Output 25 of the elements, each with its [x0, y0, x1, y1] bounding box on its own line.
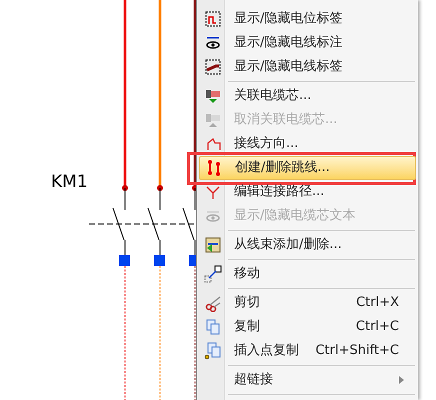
menu-item[interactable]: 超链接	[199, 368, 416, 392]
cable-icon	[204, 87, 222, 105]
menu-item[interactable]: 编辑连接路径...	[199, 180, 416, 204]
scissors-icon	[204, 294, 222, 312]
menu-item[interactable]: 移动	[199, 262, 416, 286]
menu-item[interactable]: 复制 Ctrl+C	[199, 315, 416, 339]
device-label: KM1	[51, 171, 88, 194]
menu-item[interactable]: 显示/隐藏电位标签	[199, 7, 416, 31]
harness-icon	[204, 236, 222, 254]
menu-item[interactable]: 从线束添加/删除...	[199, 233, 416, 257]
jumper-icon	[205, 159, 223, 177]
menu-item[interactable]: 插入点复制 Ctrl+Shift+C	[199, 339, 416, 363]
menu-item[interactable]: 剪切 Ctrl+X	[199, 291, 416, 315]
move-icon	[204, 265, 222, 283]
menu-item[interactable]: 显示/隐藏电线标注	[199, 31, 416, 55]
menu-item[interactable]: 关联电缆芯...	[199, 84, 416, 108]
path-icon	[204, 10, 222, 28]
menu-item[interactable]: 显示/隐藏电线标签	[199, 55, 416, 79]
submenu-arrow-icon	[399, 376, 404, 384]
wire-tag-icon	[204, 58, 222, 76]
menu-item[interactable]: 接线方向...	[199, 132, 416, 156]
cable-icon	[204, 111, 222, 129]
menu-item[interactable]: 创建/删除跳线...	[199, 156, 416, 180]
copy-icon	[204, 342, 222, 360]
copy-icon	[204, 318, 222, 336]
